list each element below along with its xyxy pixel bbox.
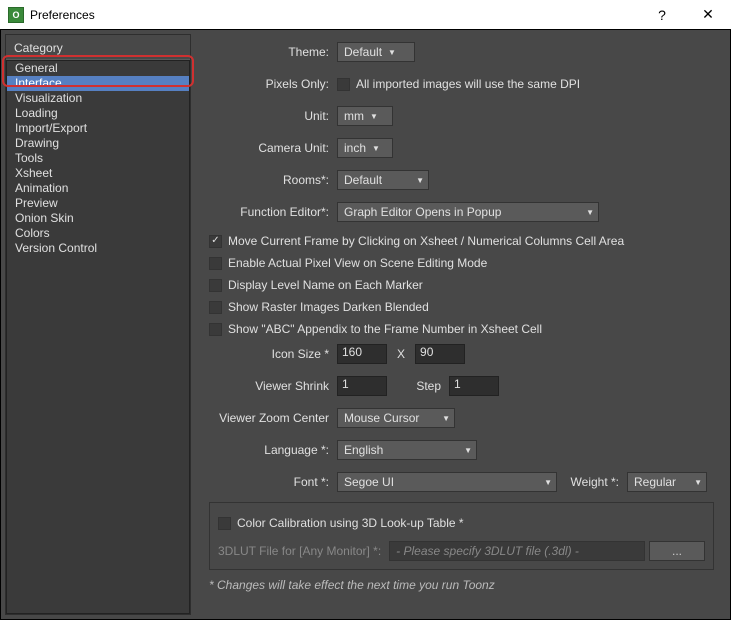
theme-combo[interactable]: Default▼	[337, 42, 415, 62]
cat-xsheet[interactable]: Xsheet	[7, 166, 189, 181]
lut-file-field[interactable]: - Please specify 3DLUT file (.3dl) -	[389, 541, 645, 561]
weight-combo[interactable]: Regular▼	[627, 472, 707, 492]
category-header: Category	[6, 35, 190, 60]
chevron-down-icon: ▼	[372, 144, 380, 153]
chevron-down-icon: ▼	[388, 48, 396, 57]
font-label: Font *:	[209, 475, 337, 489]
icon-size-x: X	[387, 347, 415, 361]
rooms-label: Rooms*:	[209, 173, 337, 187]
cat-tools[interactable]: Tools	[7, 151, 189, 166]
lut-browse-button[interactable]: ...	[649, 541, 705, 561]
move-frame-label: Move Current Frame by Clicking on Xsheet…	[228, 234, 624, 248]
cat-colors[interactable]: Colors	[7, 226, 189, 241]
cat-version-control[interactable]: Version Control	[7, 241, 189, 256]
raster-darken-checkbox[interactable]	[209, 301, 222, 314]
language-combo[interactable]: English▼	[337, 440, 477, 460]
lut-file-label: 3DLUT File for [Any Monitor] *:	[218, 544, 389, 558]
step-field[interactable]: 1	[449, 376, 499, 396]
language-label: Language *:	[209, 443, 337, 457]
level-name-label: Display Level Name on Each Marker	[228, 278, 423, 292]
theme-label: Theme:	[209, 45, 337, 59]
actual-pixel-label: Enable Actual Pixel View on Scene Editin…	[228, 256, 487, 270]
pixels-only-checkbox[interactable]	[337, 78, 350, 91]
viewer-shrink-label: Viewer Shrink	[209, 379, 337, 393]
unit-combo[interactable]: mm▼	[337, 106, 393, 126]
help-button[interactable]: ?	[639, 0, 685, 30]
close-button[interactable]: ✕	[685, 0, 731, 30]
chevron-down-icon: ▼	[544, 478, 552, 487]
viewer-zoom-label: Viewer Zoom Center	[209, 411, 337, 425]
category-list: General Interface Visualization Loading …	[6, 60, 190, 614]
cat-animation[interactable]: Animation	[7, 181, 189, 196]
restart-footnote: * Changes will take effect the next time…	[209, 578, 714, 592]
chevron-down-icon: ▼	[694, 478, 702, 487]
level-name-checkbox[interactable]	[209, 279, 222, 292]
raster-darken-label: Show Raster Images Darken Blended	[228, 300, 429, 314]
dialog-body: Category General Interface Visualization…	[0, 30, 731, 620]
icon-width-field[interactable]: 160	[337, 344, 387, 364]
chevron-down-icon: ▼	[586, 208, 594, 217]
chevron-down-icon: ▼	[464, 446, 472, 455]
chevron-down-icon: ▼	[416, 176, 424, 185]
rooms-combo[interactable]: Default▼	[337, 170, 429, 190]
cat-drawing[interactable]: Drawing	[7, 136, 189, 151]
cat-interface[interactable]: Interface	[7, 76, 189, 91]
icon-size-label: Icon Size *	[209, 347, 337, 361]
cat-import-export[interactable]: Import/Export	[7, 121, 189, 136]
unit-label: Unit:	[209, 109, 337, 123]
window-title: Preferences	[30, 8, 639, 22]
app-icon: O	[8, 7, 24, 23]
cat-onion-skin[interactable]: Onion Skin	[7, 211, 189, 226]
abc-appendix-label: Show "ABC" Appendix to the Frame Number …	[228, 322, 542, 336]
pixels-only-text: All imported images will use the same DP…	[356, 77, 580, 91]
title-bar: O Preferences ? ✕	[0, 0, 731, 30]
pixels-only-label: Pixels Only:	[209, 77, 337, 91]
color-calibration-checkbox[interactable]	[218, 517, 231, 530]
chevron-down-icon: ▼	[370, 112, 378, 121]
font-combo[interactable]: Segoe UI▼	[337, 472, 557, 492]
func-editor-combo[interactable]: Graph Editor Opens in Popup▼	[337, 202, 599, 222]
step-label: Step	[387, 379, 449, 393]
category-panel: Category General Interface Visualization…	[5, 34, 191, 615]
cat-preview[interactable]: Preview	[7, 196, 189, 211]
icon-height-field[interactable]: 90	[415, 344, 465, 364]
viewer-zoom-combo[interactable]: Mouse Cursor▼	[337, 408, 455, 428]
cat-general[interactable]: General	[7, 61, 189, 76]
viewer-shrink-field[interactable]: 1	[337, 376, 387, 396]
camera-unit-label: Camera Unit:	[209, 141, 337, 155]
move-frame-checkbox[interactable]	[209, 235, 222, 248]
color-calibration-group: Color Calibration using 3D Look-up Table…	[209, 502, 714, 570]
weight-label: Weight *:	[557, 475, 627, 489]
camera-unit-combo[interactable]: inch▼	[337, 138, 393, 158]
main-panel: Theme: Default▼ Pixels Only: All importe…	[191, 34, 726, 615]
color-calibration-label: Color Calibration using 3D Look-up Table…	[237, 516, 464, 530]
cat-visualization[interactable]: Visualization	[7, 91, 189, 106]
abc-appendix-checkbox[interactable]	[209, 323, 222, 336]
func-editor-label: Function Editor*:	[209, 205, 337, 219]
chevron-down-icon: ▼	[442, 414, 450, 423]
cat-loading[interactable]: Loading	[7, 106, 189, 121]
actual-pixel-checkbox[interactable]	[209, 257, 222, 270]
